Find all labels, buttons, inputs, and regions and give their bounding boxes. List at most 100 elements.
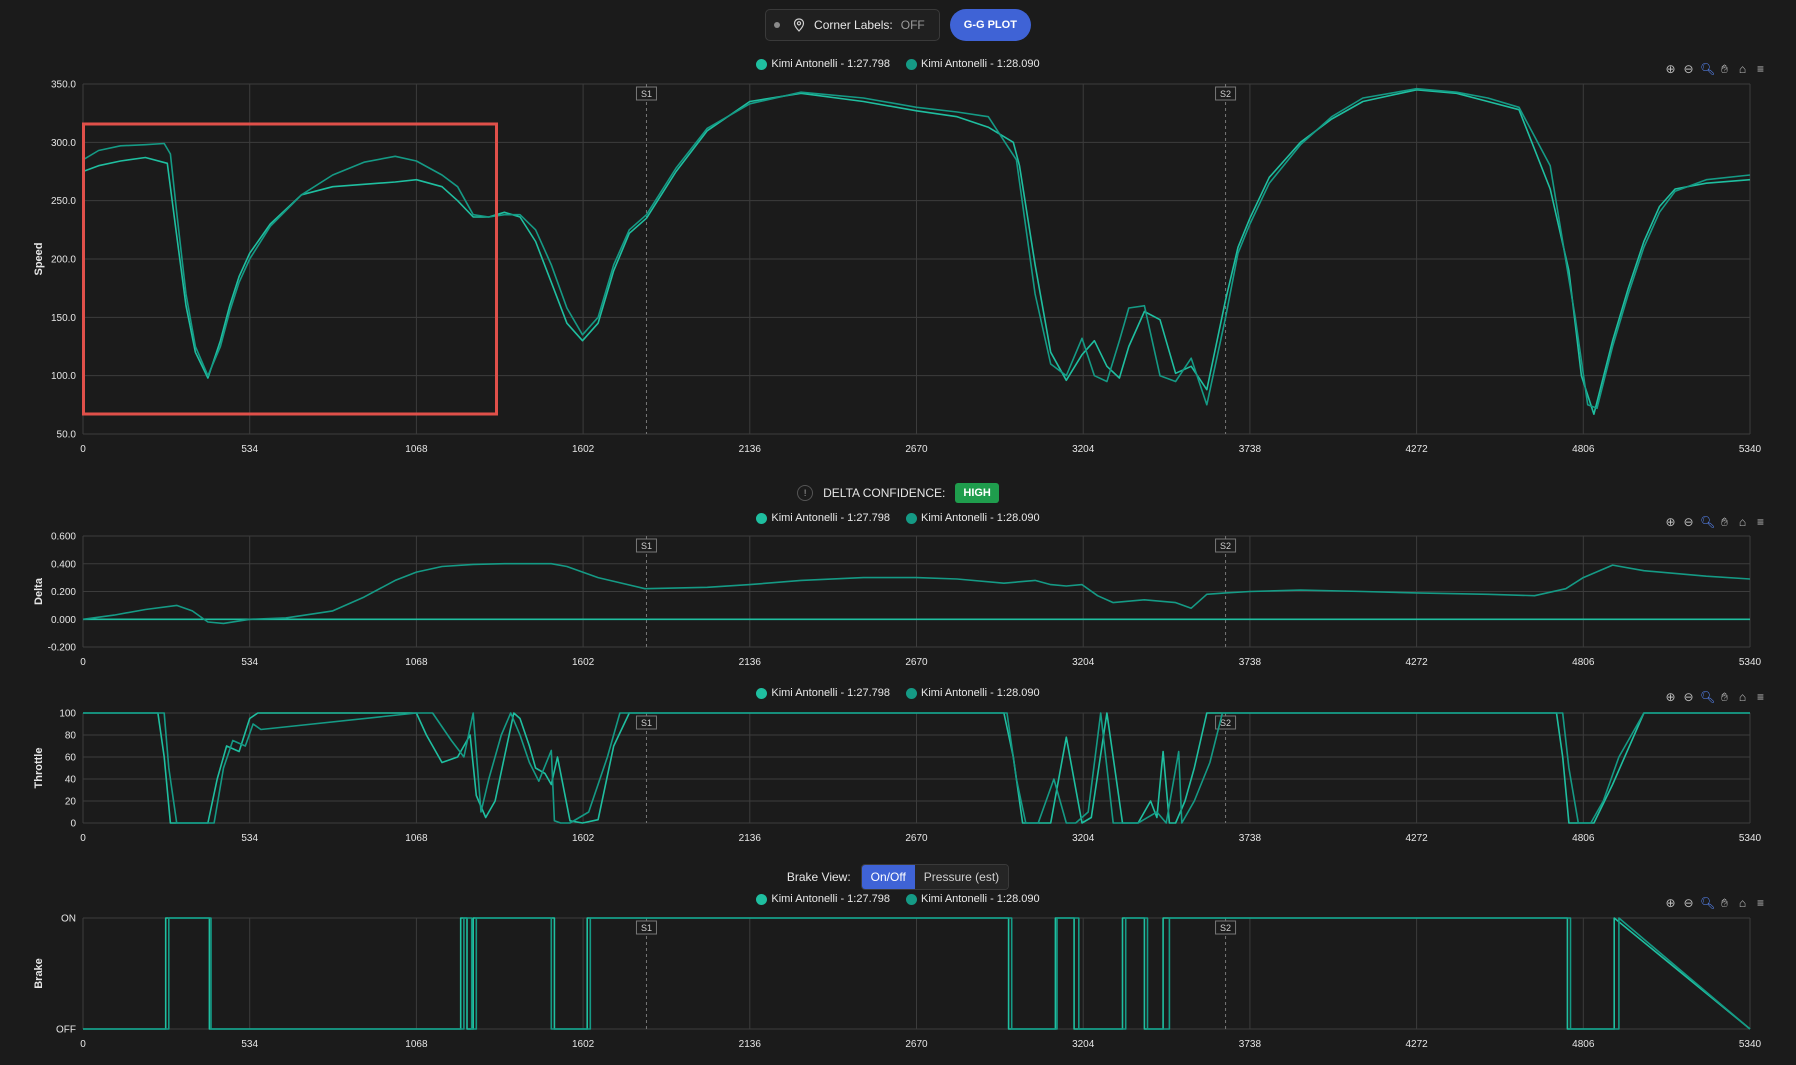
info-icon[interactable]: ! — [797, 485, 814, 501]
legend-swatch-icon — [756, 58, 768, 70]
brake-view-segmented: On/Off Pressure (est) — [860, 864, 1010, 890]
x-tick-label: 0 — [80, 1039, 86, 1050]
x-tick-label: 3738 — [1239, 444, 1262, 455]
x-tick-label: 1068 — [405, 444, 428, 455]
y-tick-label: 20 — [65, 797, 77, 808]
x-tick-label: 4806 — [1572, 444, 1595, 455]
y-tick-label: 0.400 — [51, 559, 76, 570]
y-tick-label: 60 — [65, 753, 77, 764]
x-tick-label: 534 — [241, 833, 258, 844]
x-tick-label: 3738 — [1239, 833, 1262, 844]
x-tick-label: 3738 — [1239, 657, 1262, 668]
x-tick-label: 2136 — [739, 444, 762, 455]
y-tick-label: 0 — [70, 819, 76, 830]
legend-speed: Kimi Antonelli - 1:27.798 Kimi Antonelli… — [0, 58, 1796, 70]
y-tick-label: 80 — [65, 731, 77, 742]
y-tick-label: 100.0 — [51, 371, 76, 382]
brake-chart: OFF ON 0 534 1068 1602 2136 2670 3204 3738 4272 480… — [0, 906, 1796, 1058]
legend-item[interactable]: Kimi Antonelli - 1:27.798 — [756, 687, 890, 699]
legend-label: Kimi Antonelli - 1:28.090 — [921, 687, 1040, 699]
x-tick-label: 4806 — [1572, 833, 1595, 844]
x-tick-label: 0 — [80, 657, 86, 668]
corner-labels-toggle[interactable]: Corner Labels: OFF — [765, 9, 940, 41]
y-tick-label: 300.0 — [51, 138, 76, 149]
x-tick-label: 3204 — [1072, 444, 1095, 455]
delta-confidence-label: DELTA CONFIDENCE: — [823, 486, 946, 500]
x-tick-label: 5340 — [1739, 1039, 1762, 1050]
legend-item[interactable]: Kimi Antonelli - 1:27.798 — [756, 58, 890, 70]
legend-item[interactable]: Kimi Antonelli - 1:28.090 — [906, 687, 1040, 699]
y-axis-label: Throttle — [33, 748, 45, 789]
brake-view-label: Brake View: — [786, 870, 851, 884]
legend-brake: Kimi Antonelli - 1:27.798 Kimi Antonelli… — [0, 893, 1796, 905]
y-tick-label: 250.0 — [51, 196, 76, 207]
y-tick-label: 0.600 — [51, 532, 76, 543]
x-tick-label: 5340 — [1739, 833, 1762, 844]
status-dot-icon — [774, 22, 781, 28]
throttle-chart: 0 20 40 60 80 100 0 534 1068 1602 2136 2670 3204 3738… — [0, 700, 1796, 845]
legend-label: Kimi Antonelli - 1:27.798 — [771, 512, 890, 524]
legend-item[interactable]: Kimi Antonelli - 1:28.090 — [906, 893, 1040, 905]
speed-chart: 50.0 100.0 150.0 200.0 250.0 300.0 350.0 0 534 10… — [0, 70, 1796, 460]
legend-swatch-icon — [906, 893, 917, 905]
sector-label: S2 — [1220, 541, 1231, 551]
legend-label: Kimi Antonelli - 1:28.090 — [921, 893, 1040, 905]
x-tick-label: 1068 — [405, 657, 428, 668]
legend-swatch-icon — [906, 58, 917, 70]
y-axis-label: Delta — [33, 577, 45, 605]
legend-swatch-icon — [756, 893, 768, 905]
sector-label: S1 — [641, 89, 652, 99]
y-tick-label: 200.0 — [51, 255, 76, 266]
map-pin-icon — [793, 18, 805, 32]
brake-chart-svg[interactable]: OFF ON 0 534 1068 1602 2136 2670 3204 3738 4272 480… — [0, 906, 1796, 1058]
legend-swatch-icon — [906, 687, 917, 699]
corner-labels-text: Corner Labels: — [814, 18, 893, 32]
legend-item[interactable]: Kimi Antonelli - 1:28.090 — [906, 512, 1040, 524]
legend-item[interactable]: Kimi Antonelli - 1:27.798 — [756, 893, 890, 905]
legend-item[interactable]: Kimi Antonelli - 1:27.798 — [756, 512, 890, 524]
x-tick-label: 534 — [241, 444, 258, 455]
x-tick-label: 0 — [80, 444, 86, 455]
sector-label: S2 — [1220, 718, 1231, 728]
x-tick-label: 2670 — [905, 833, 928, 844]
y-tick-label: 40 — [65, 775, 77, 786]
x-tick-label: 534 — [241, 657, 258, 668]
legend-label: Kimi Antonelli - 1:27.798 — [771, 58, 890, 70]
confidence-badge: HIGH — [955, 483, 999, 503]
legend-swatch-icon — [756, 687, 768, 699]
x-tick-label: 4806 — [1572, 657, 1595, 668]
x-tick-label: 0 — [80, 833, 86, 844]
x-tick-label: 3204 — [1072, 657, 1095, 668]
gg-plot-button[interactable]: G-G PLOT — [949, 9, 1031, 41]
delta-chart-svg[interactable]: -0.200 0.000 0.200 0.400 0.600 0 534 1068 1602 21… — [0, 525, 1796, 670]
y-tick-label: 350.0 — [51, 80, 76, 91]
throttle-chart-svg[interactable]: 0 20 40 60 80 100 0 534 1068 1602 2136 2670 3204 3738… — [0, 700, 1796, 845]
x-tick-label: 1602 — [572, 833, 595, 844]
x-tick-label: 2670 — [905, 1039, 928, 1050]
highlight-box — [82, 122, 498, 416]
legend-delta: Kimi Antonelli - 1:27.798 Kimi Antonelli… — [0, 512, 1796, 524]
brake-view-pressure-button[interactable]: Pressure (est) — [914, 865, 1009, 889]
sector-label: S1 — [641, 923, 652, 933]
x-tick-label: 4806 — [1572, 1039, 1595, 1050]
legend-swatch-icon — [756, 512, 768, 524]
x-tick-label: 2136 — [739, 1039, 762, 1050]
x-tick-label: 3738 — [1239, 1039, 1262, 1050]
x-tick-label: 4272 — [1405, 657, 1428, 668]
sector-label: S2 — [1220, 89, 1231, 99]
y-axis-label: Speed — [33, 242, 45, 275]
legend-item[interactable]: Kimi Antonelli - 1:28.090 — [906, 58, 1040, 70]
legend-label: Kimi Antonelli - 1:27.798 — [771, 893, 890, 905]
x-tick-label: 4272 — [1405, 833, 1428, 844]
legend-label: Kimi Antonelli - 1:28.090 — [921, 512, 1040, 524]
brake-view-onoff-button[interactable]: On/Off — [861, 865, 915, 889]
y-tick-label: 0.200 — [51, 587, 76, 598]
speed-chart-svg[interactable]: 50.0 100.0 150.0 200.0 250.0 300.0 350.0 0 534 10… — [0, 70, 1796, 460]
legend-throttle: Kimi Antonelli - 1:27.798 Kimi Antonelli… — [0, 687, 1796, 699]
x-tick-label: 2670 — [905, 657, 928, 668]
x-tick-label: 3204 — [1072, 833, 1095, 844]
x-tick-label: 1602 — [572, 657, 595, 668]
x-tick-label: 5340 — [1739, 444, 1762, 455]
delta-chart: -0.200 0.000 0.200 0.400 0.600 0 534 1068 1602 21… — [0, 525, 1796, 670]
x-tick-label: 534 — [241, 1039, 258, 1050]
